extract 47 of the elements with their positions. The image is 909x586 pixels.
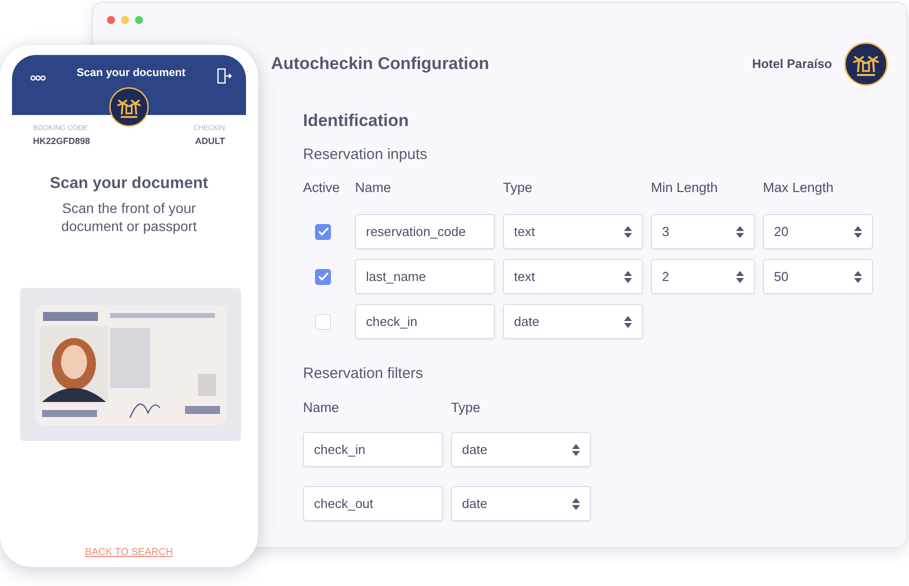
column-header: Max Length [763,179,835,197]
column-header: Min Length [651,179,719,197]
guest-type: ADULT [194,134,225,148]
column-header: Name [355,179,392,197]
sort-icon [736,226,744,238]
type-select[interactable]: date [451,432,591,467]
more-icon[interactable] [30,75,46,81]
min-length-select[interactable]: 2 [651,259,755,294]
sort-icon [736,270,744,283]
checkbox[interactable] [315,224,331,240]
column-header: Type [451,398,482,417]
sort-icon [624,316,632,328]
column-header: Type [503,179,534,197]
column-header: Active [303,179,341,197]
sort-icon [854,270,862,283]
sort-icon [854,226,862,238]
type-select[interactable]: date [503,304,643,340]
name-field[interactable]: check_out [303,486,443,521]
section-title: Identification [303,110,410,132]
scan-instructions: Scan the front of your document or passport [60,200,198,235]
page-title: Autocheckin Configuration [271,53,490,76]
subsection-title: Reservation inputs [303,144,428,164]
type-select[interactable]: date [451,486,591,521]
exit-icon[interactable] [216,68,232,84]
checkbox[interactable] [315,314,331,330]
name-field[interactable]: last_name [355,259,495,294]
name-field[interactable]: check_in [355,304,495,340]
booking-code: HK22GFD898 [33,134,90,148]
sort-icon [572,444,580,456]
subsection-title: Reservation filters [303,364,424,384]
sort-icon [572,498,580,510]
max-length-select[interactable]: 50 [763,259,873,294]
sort-icon [624,270,632,283]
max-length-select[interactable]: 20 [763,214,873,250]
min-length-select[interactable]: 3 [651,214,755,250]
sort-icon [624,226,632,238]
screen-title: Scan your document [76,66,186,81]
scan-heading: Scan your document [48,174,210,194]
checkbox[interactable] [315,268,331,285]
type-select[interactable]: text [503,214,643,250]
name-field[interactable]: reservation_code [355,214,495,250]
logo-icon [109,87,149,127]
hotel-name: Hotel Paraíso [752,56,832,73]
logo-icon [844,42,888,86]
type-select[interactable]: text [503,259,643,294]
column-header: Name [303,398,340,417]
name-field[interactable]: check_in [303,432,443,467]
